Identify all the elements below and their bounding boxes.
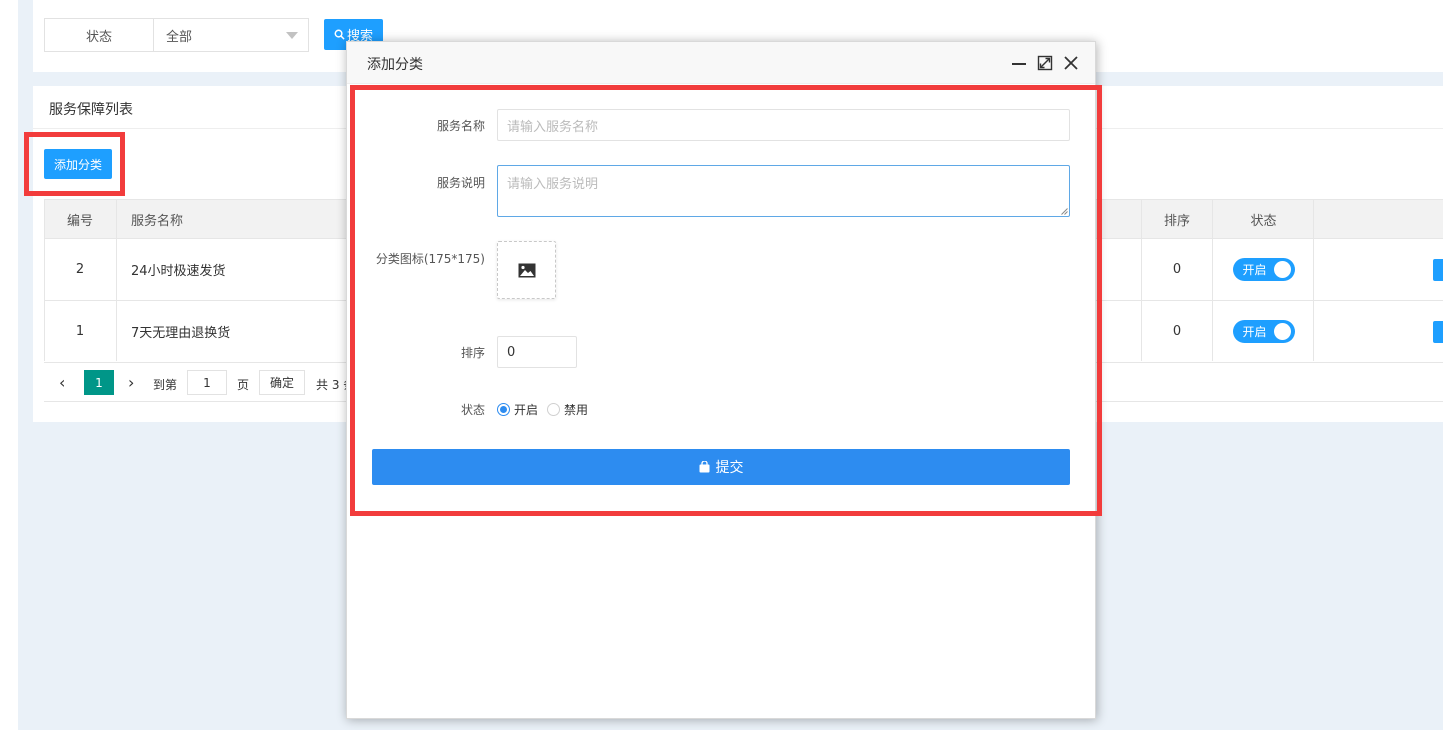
row-status: 开启	[1213, 239, 1314, 300]
column-divider	[1141, 199, 1142, 361]
highlight-form	[350, 85, 1102, 516]
row-name: 7天无理由退换货	[131, 326, 231, 341]
status-toggle[interactable]: 开启	[1232, 258, 1295, 281]
edit-button[interactable]	[1433, 259, 1443, 281]
highlight-add-button	[24, 132, 125, 196]
status-filter-label: 状态	[45, 19, 154, 51]
table-border	[44, 199, 45, 361]
toggle-knob	[1273, 323, 1291, 340]
toggle-label: 开启	[1242, 263, 1267, 277]
column-name: 服务名称	[131, 213, 184, 229]
column-divider	[1313, 199, 1314, 361]
row-status: 开启	[1213, 301, 1314, 362]
column-sort: 排序	[1163, 213, 1190, 229]
goto-page-input[interactable]: 1	[187, 370, 227, 395]
minimize-icon[interactable]	[1010, 54, 1028, 72]
row-id: 1	[75, 324, 85, 339]
goto-prefix: 到第	[153, 378, 178, 392]
status-filter: 状态 全部	[44, 18, 309, 52]
prev-page-icon[interactable]: ‹	[59, 372, 73, 392]
row-name: 24小时极速发货	[131, 264, 226, 279]
current-page[interactable]: 1	[84, 370, 114, 395]
next-page-icon[interactable]: ›	[128, 372, 142, 392]
caret-down-icon	[286, 32, 298, 39]
toggle-label: 开启	[1242, 325, 1267, 339]
left-strip	[0, 0, 18, 730]
status-select-value: 全部	[166, 29, 193, 45]
maximize-icon[interactable]	[1036, 54, 1054, 72]
column-status: 状态	[1250, 213, 1277, 229]
goto-suffix: 页	[237, 378, 250, 392]
close-icon[interactable]	[1062, 54, 1080, 72]
search-icon	[334, 29, 345, 40]
column-divider	[116, 199, 117, 361]
column-id: 编号	[66, 213, 93, 229]
list-title: 服务保障列表	[49, 102, 133, 118]
status-toggle[interactable]: 开启	[1232, 320, 1295, 343]
row-sort: 0	[1172, 324, 1182, 339]
edit-button[interactable]	[1433, 321, 1443, 343]
status-select[interactable]: 全部	[154, 19, 308, 51]
column-divider	[1212, 199, 1213, 361]
row-sort: 0	[1172, 262, 1182, 277]
dialog-header	[347, 42, 1095, 84]
row-id: 2	[75, 262, 85, 277]
dialog-title: 添加分类	[367, 57, 423, 73]
toggle-knob	[1273, 261, 1291, 278]
goto-confirm-button[interactable]: 确定	[259, 370, 305, 395]
